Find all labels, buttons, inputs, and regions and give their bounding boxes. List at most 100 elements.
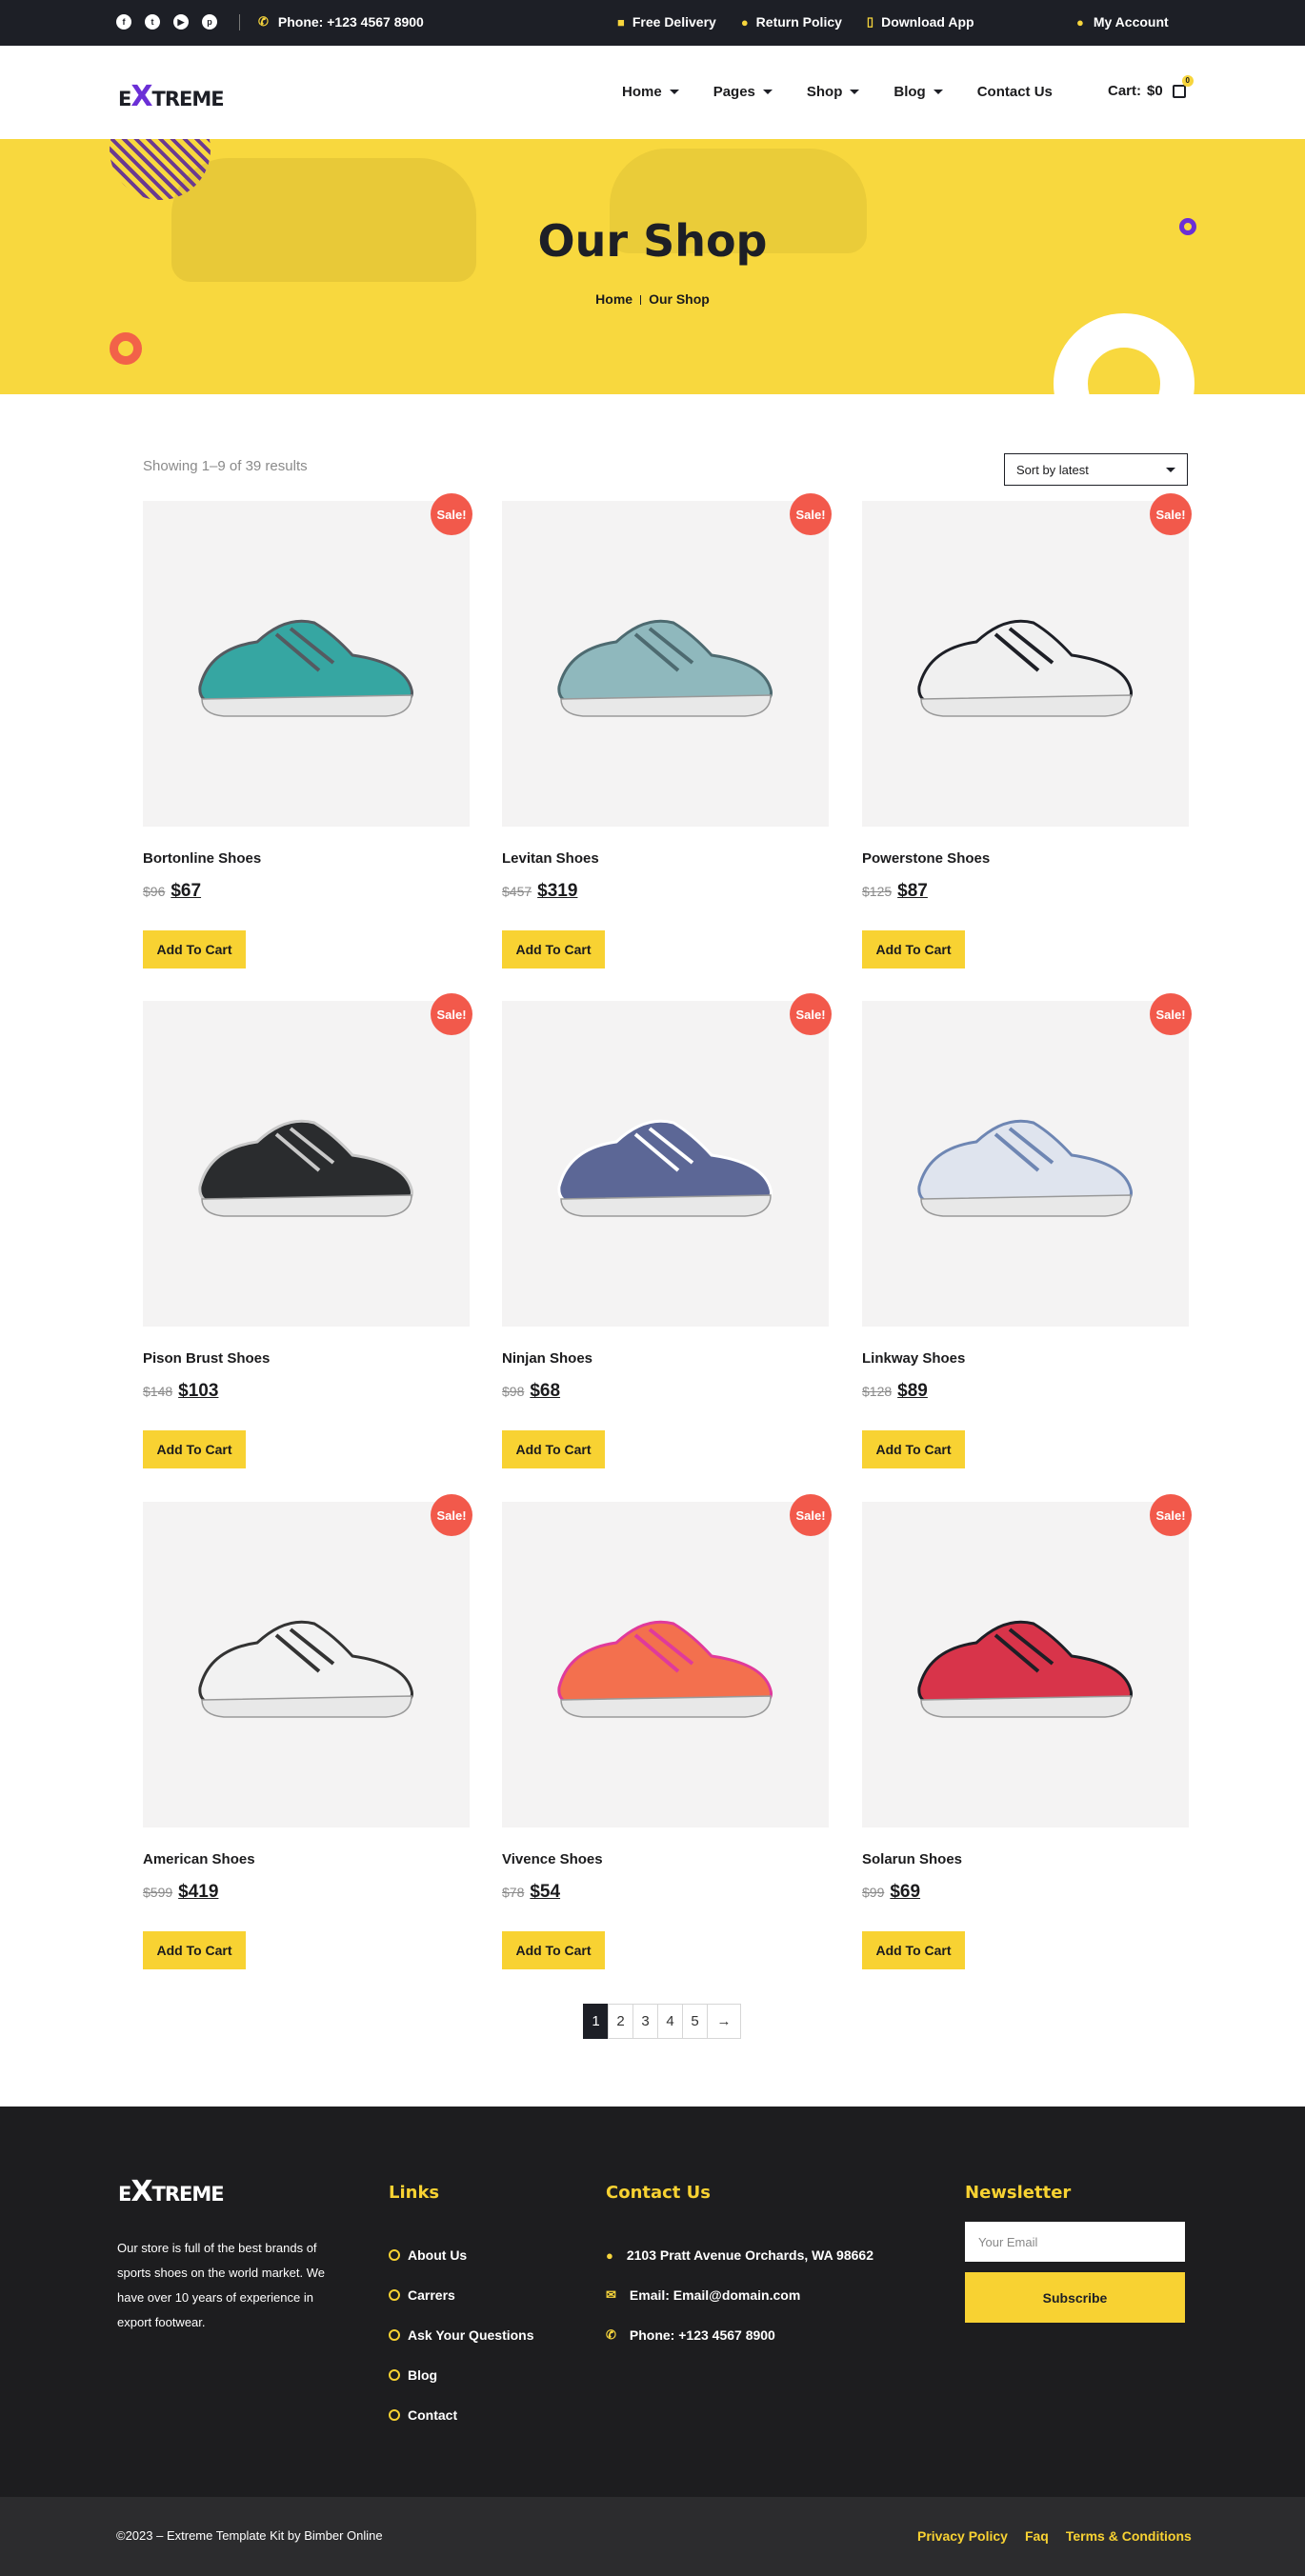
footer-links: About Us Carrers Ask Your Questions Blog… <box>389 2236 534 2436</box>
breadcrumb-home[interactable]: Home <box>595 291 632 307</box>
menu-item-contact[interactable]: Contact Us <box>977 84 1053 100</box>
menu-item-shop[interactable]: Shop <box>807 84 860 100</box>
newsletter-email-input[interactable]: Your Email <box>965 2222 1185 2262</box>
circle-icon <box>389 2249 400 2261</box>
footer-email[interactable]: ✉ Email: Email@domain.com <box>606 2274 873 2316</box>
cart-button[interactable]: Cart: $0 0 <box>1108 74 1194 99</box>
product-price: $125 $87 <box>862 881 928 902</box>
old-price: $96 <box>143 884 166 899</box>
contact-heading: Contact Us <box>606 2183 712 2203</box>
return-policy-link[interactable]: ● Return Policy <box>741 14 842 30</box>
chevron-down-icon <box>933 90 943 94</box>
product-price: $148 $103 <box>143 1381 218 1402</box>
newsletter-heading: Newsletter <box>965 2183 1072 2203</box>
product-name[interactable]: Pison Brust Shoes <box>143 1350 270 1367</box>
add-to-cart-button[interactable]: Add To Cart <box>502 930 605 968</box>
site-footer: EXTREME Our store is full of the best br… <box>0 2107 1305 2497</box>
breadcrumb-separator <box>640 295 642 306</box>
sale-price: $68 <box>530 1381 561 1401</box>
product-name[interactable]: Vivence Shoes <box>502 1851 603 1867</box>
sort-select[interactable]: Sort by latest <box>1004 453 1188 486</box>
sale-badge: Sale! <box>431 1494 472 1536</box>
page-5-button[interactable]: 5 <box>682 2004 708 2039</box>
sale-badge: Sale! <box>431 993 472 1035</box>
copyright: ©2023 – Extreme Template Kit by Bimber O… <box>116 2528 383 2543</box>
pinterest-icon[interactable]: p <box>202 14 217 30</box>
menu-item-blog[interactable]: Blog <box>893 84 943 100</box>
page-4-button[interactable]: 4 <box>657 2004 683 2039</box>
legal-links: Privacy Policy Faq Terms & Conditions <box>917 2528 1192 2544</box>
terms-link[interactable]: Terms & Conditions <box>1066 2528 1192 2544</box>
product-image[interactable] <box>143 1001 470 1327</box>
add-to-cart-button[interactable]: Add To Cart <box>862 1430 965 1468</box>
footer-link-blog[interactable]: Blog <box>389 2354 534 2396</box>
logo-mark: X <box>130 2175 152 2208</box>
links-heading: Links <box>389 2183 440 2203</box>
product-image[interactable] <box>502 1001 829 1327</box>
product-name[interactable]: American Shoes <box>143 1851 255 1867</box>
menu-item-home[interactable]: Home <box>622 84 679 100</box>
top-phone[interactable]: ✆ Phone: +123 4567 8900 <box>258 14 424 30</box>
product-name[interactable]: Linkway Shoes <box>862 1350 965 1367</box>
download-app-label: Download App <box>881 14 974 30</box>
chevron-down-icon <box>850 90 860 94</box>
add-to-cart-button[interactable]: Add To Cart <box>862 1931 965 1969</box>
download-app-link[interactable]: ▯ Download App <box>867 14 974 30</box>
product-name[interactable]: Bortonline Shoes <box>143 850 261 867</box>
sale-price: $103 <box>178 1381 219 1401</box>
product-name[interactable]: Solarun Shoes <box>862 1851 962 1867</box>
breadcrumb: Home Our Shop <box>0 291 1305 307</box>
subscribe-button[interactable]: Subscribe <box>965 2272 1185 2323</box>
footer-link-contact[interactable]: Contact <box>389 2394 534 2436</box>
page-2-button[interactable]: 2 <box>608 2004 633 2039</box>
add-to-cart-button[interactable]: Add To Cart <box>143 930 246 968</box>
sale-price: $419 <box>178 1882 219 1902</box>
sale-price: $87 <box>897 881 928 901</box>
product-image[interactable] <box>143 501 470 827</box>
product-name[interactable]: Ninjan Shoes <box>502 1350 592 1367</box>
product-image[interactable] <box>143 1502 470 1827</box>
free-delivery-link[interactable]: ■ Free Delivery <box>617 14 716 30</box>
twitter-icon[interactable]: t <box>145 14 160 30</box>
product-image[interactable] <box>502 501 829 827</box>
add-to-cart-button[interactable]: Add To Cart <box>502 1430 605 1468</box>
youtube-icon[interactable]: ▶ <box>173 14 189 30</box>
footer-link-carrers[interactable]: Carrers <box>389 2274 534 2316</box>
product-price: $96 $67 <box>143 881 201 902</box>
add-to-cart-button[interactable]: Add To Cart <box>502 1931 605 1969</box>
next-page-button[interactable]: → <box>707 2004 741 2039</box>
add-to-cart-button[interactable]: Add To Cart <box>862 930 965 968</box>
cart-label: Cart: <box>1108 83 1142 99</box>
privacy-policy-link[interactable]: Privacy Policy <box>917 2528 1008 2544</box>
page-3-button[interactable]: 3 <box>632 2004 658 2039</box>
product-image[interactable] <box>862 1001 1189 1327</box>
product-name[interactable]: Levitan Shoes <box>502 850 599 867</box>
product-price: $99 $69 <box>862 1882 920 1903</box>
top-info-links: ■ Free Delivery ● Return Policy ▯ Download … <box>617 14 974 30</box>
add-to-cart-button[interactable]: Add To Cart <box>143 1430 246 1468</box>
faq-link[interactable]: Faq <box>1025 2528 1049 2544</box>
envelope-icon: ✉ <box>606 2287 616 2302</box>
add-to-cart-button[interactable]: Add To Cart <box>143 1931 246 1969</box>
facebook-icon[interactable]: f <box>116 14 131 30</box>
page-1-button[interactable]: 1 <box>583 2004 609 2039</box>
circle-icon <box>389 2409 400 2421</box>
product-image[interactable] <box>862 501 1189 827</box>
logo-mark: X <box>130 80 152 113</box>
footer-logo[interactable]: EXTREME <box>118 2175 225 2208</box>
my-account-link[interactable]: ● My Account <box>1076 14 1169 30</box>
footer-link-about[interactable]: About Us <box>389 2234 534 2276</box>
site-logo[interactable]: EXTREME <box>118 80 225 113</box>
product-name[interactable]: Powerstone Shoes <box>862 850 990 867</box>
product-image[interactable] <box>502 1502 829 1827</box>
cart-count-badge: 0 <box>1181 74 1194 87</box>
old-price: $599 <box>143 1885 173 1900</box>
menu-item-pages[interactable]: Pages <box>713 84 773 100</box>
menu-label: Blog <box>893 84 926 100</box>
product-image[interactable] <box>862 1502 1189 1827</box>
footer-phone[interactable]: ✆ Phone: +123 4567 8900 <box>606 2314 873 2356</box>
sale-badge: Sale! <box>790 493 832 535</box>
footer-link-questions[interactable]: Ask Your Questions <box>389 2314 534 2356</box>
logo-text-right: TREME <box>151 88 225 110</box>
free-delivery-label: Free Delivery <box>632 14 716 30</box>
